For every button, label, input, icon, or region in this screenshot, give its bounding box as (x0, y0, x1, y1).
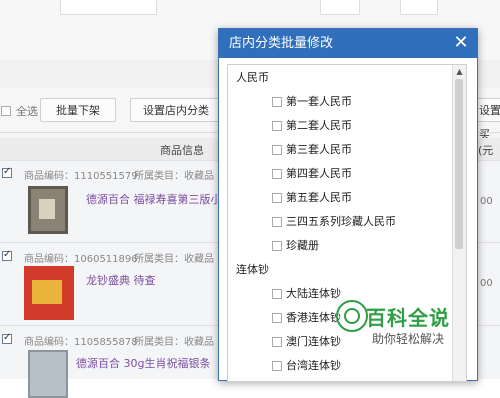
group-label-linked-notes: 连体钞 (236, 263, 269, 276)
category-label: 第二套人民币 (286, 119, 352, 132)
category-label: 三四五系列珍藏人民币 (286, 215, 396, 228)
category-item[interactable]: 第一套人民币 (272, 93, 352, 109)
watermark-logo-icon (336, 300, 368, 332)
product-code: 商品编码：1110551579 (24, 171, 138, 182)
product-category: 所属类目：收藏品 (134, 254, 214, 265)
row-checkbox[interactable] (2, 249, 12, 261)
set-store-category-button[interactable]: 设置店内分类 (130, 98, 222, 122)
category-item[interactable]: 第四套人民币 (272, 165, 352, 181)
category-checkbox[interactable] (272, 241, 282, 251)
scroll-up-icon[interactable]: ▲ (455, 67, 464, 76)
watermark-title: 百科全说 (366, 306, 450, 330)
dialog-title: 店内分类批量修改 (229, 36, 334, 51)
price-header: (元 (478, 144, 494, 157)
row-checkbox[interactable] (2, 332, 12, 344)
category-checkbox[interactable] (272, 169, 282, 179)
category-item[interactable]: 香港连体钞 (272, 309, 341, 325)
watermark-subtitle: 助你轻松解决 (372, 332, 445, 346)
product-category: 所属类目：收藏品 (134, 171, 214, 182)
dialog-title-bar[interactable]: 店内分类批量修改 ✕ (219, 29, 477, 58)
category-label: 第五套人民币 (286, 191, 352, 204)
product-title-link[interactable]: 龙钞盛典 待查 (86, 272, 156, 288)
category-checkbox[interactable] (272, 193, 282, 203)
category-label: 澳门连体钞 (286, 335, 341, 348)
product-code: 商品编码：1105855878 (24, 337, 138, 348)
category-label: 台湾连体钞 (286, 359, 341, 372)
category-item[interactable]: 第二套人民币 (272, 117, 352, 133)
category-checkbox[interactable] (272, 337, 282, 347)
category-item[interactable]: 澳门连体钞 (272, 333, 341, 349)
category-item[interactable]: 珍藏册 (272, 237, 319, 253)
category-checkbox[interactable] (272, 361, 282, 371)
category-checkbox[interactable] (272, 313, 282, 323)
row-value: 00 (480, 278, 493, 289)
top-button[interactable] (320, 0, 360, 15)
product-code: 商品编码：1060511896 (24, 254, 138, 265)
row-value: 00 (480, 196, 493, 207)
scrollbar-thumb[interactable] (455, 79, 463, 249)
category-label: 第一套人民币 (286, 95, 352, 108)
category-item[interactable]: 三四五系列珍藏人民币 (272, 213, 396, 229)
product-thumbnail[interactable] (24, 266, 74, 320)
bulk-off-shelf-button[interactable]: 批量下架 (40, 98, 116, 122)
close-icon[interactable]: ✕ (452, 33, 470, 53)
category-checkbox[interactable] (272, 217, 282, 227)
category-item[interactable]: 第五套人民币 (272, 189, 352, 205)
select-all-label: 全选 (16, 105, 38, 118)
category-item[interactable]: 大陆连体钞 (272, 285, 341, 301)
category-checkbox[interactable] (272, 145, 282, 155)
product-thumbnail[interactable] (28, 350, 68, 398)
category-item[interactable]: 台湾连体钞 (272, 357, 341, 373)
category-checkbox[interactable] (272, 289, 282, 299)
category-label: 珍藏册 (286, 239, 319, 252)
category-label: 第四套人民币 (286, 167, 352, 180)
product-title-link[interactable]: 德源百合 福禄寿喜第三版小全 (86, 191, 233, 207)
product-thumbnail[interactable] (28, 186, 68, 234)
product-info-header: 商品信息 (160, 144, 204, 157)
select-all-checkbox[interactable] (1, 106, 11, 116)
top-button[interactable] (400, 0, 438, 15)
product-title-link[interactable]: 德源百合 30g生肖祝福银条（ (76, 355, 221, 371)
category-label: 香港连体钞 (286, 311, 341, 324)
category-label: 大陆连体钞 (286, 287, 341, 300)
category-checkbox[interactable] (272, 97, 282, 107)
group-label-rmb: 人民币 (236, 71, 269, 84)
top-field[interactable] (60, 0, 157, 15)
category-checkbox[interactable] (272, 121, 282, 131)
watermark: 百科全说 助你轻松解决 (336, 300, 462, 352)
category-label: 第三套人民币 (286, 143, 352, 156)
category-item[interactable]: 第三套人民币 (272, 141, 352, 157)
product-category: 所属类目：收藏品 (134, 337, 214, 348)
row-checkbox[interactable] (2, 166, 12, 178)
